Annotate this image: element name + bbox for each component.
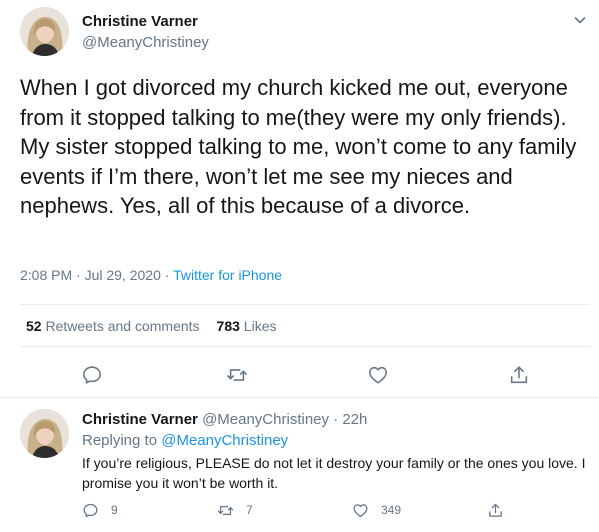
- replying-to-handle[interactable]: @MeanyChristiney: [161, 432, 288, 449]
- replying-to-label: Replying to: [82, 432, 162, 449]
- reply-avatar[interactable]: [20, 409, 69, 458]
- meta-separator: ·: [160, 267, 174, 283]
- likes-label: Likes: [243, 318, 277, 334]
- reply-icon: [83, 503, 98, 517]
- reply-reply-button[interactable]: 9: [82, 500, 118, 520]
- reply-text: If you’re religious, PLEASE do not let i…: [82, 455, 586, 491]
- tweet-date[interactable]: Jul 29, 2020: [85, 267, 161, 283]
- retweets-count: 52: [26, 318, 42, 334]
- avatar-photo: [20, 7, 69, 56]
- like-icon: [353, 503, 368, 517]
- divider: [20, 346, 590, 347]
- likes-stat[interactable]: 783 Likes: [217, 318, 277, 334]
- tweet-thread: Christine Varner @MeanyChristiney When I…: [0, 0, 599, 532]
- divider: [0, 397, 599, 398]
- retweet-count: 7: [246, 503, 253, 517]
- avatar[interactable]: [20, 7, 69, 56]
- avatar-photo: [20, 409, 69, 458]
- reply-share-button[interactable]: [487, 500, 504, 520]
- retweets-stat[interactable]: 52 Retweets and comments: [26, 318, 200, 334]
- retweet-icon: [217, 505, 234, 515]
- reply-time[interactable]: 22h: [342, 411, 367, 428]
- reply-author-handle[interactable]: @MeanyChristiney: [202, 411, 329, 428]
- meta-separator: ·: [72, 267, 85, 283]
- reply-header: Christine Varner @MeanyChristiney · 22h: [82, 411, 367, 428]
- reply-like-button[interactable]: 349: [352, 500, 401, 520]
- share-icon: [489, 503, 502, 517]
- reply-retweet-button[interactable]: 7: [217, 500, 253, 520]
- tweet-source-link[interactable]: Twitter for iPhone: [173, 267, 282, 283]
- author-handle[interactable]: @MeanyChristiney: [82, 34, 209, 51]
- retweet-icon[interactable]: [226, 364, 248, 386]
- likes-count: 783: [216, 318, 240, 334]
- reply-count: 9: [111, 503, 118, 517]
- share-icon[interactable]: [508, 364, 530, 386]
- tweet-timestamp: 2:08 PM · Jul 29, 2020 · Twitter for iPh…: [20, 267, 282, 283]
- replying-to: Replying to @MeanyChristiney: [82, 432, 288, 449]
- meta-separator: ·: [329, 411, 343, 428]
- reply-icon[interactable]: [81, 364, 103, 386]
- retweets-label: Retweets and comments: [45, 318, 200, 334]
- divider: [20, 304, 590, 305]
- author-name[interactable]: Christine Varner: [82, 13, 198, 30]
- reply-author-name[interactable]: Christine Varner: [82, 411, 198, 428]
- tweet-time[interactable]: 2:08 PM: [20, 267, 72, 283]
- caret-down-icon[interactable]: [572, 12, 588, 28]
- tweet-text: When I got divorced my church kicked me …: [20, 75, 577, 218]
- like-icon[interactable]: [367, 364, 389, 386]
- like-count: 349: [381, 503, 402, 517]
- tweet-stats: 52 Retweets and comments 783 Likes: [26, 318, 276, 334]
